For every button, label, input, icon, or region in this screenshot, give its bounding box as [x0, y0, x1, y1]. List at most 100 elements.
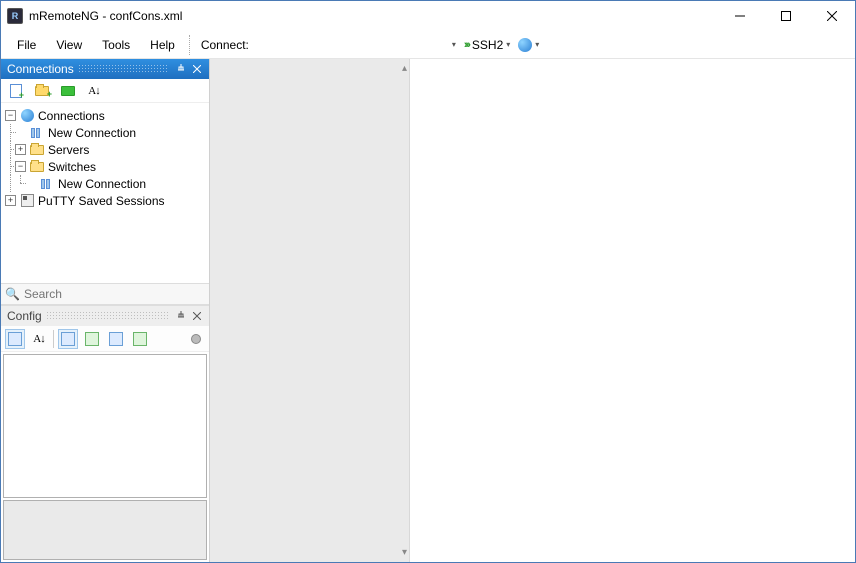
folder-plus-icon	[35, 86, 49, 96]
maximize-button[interactable]	[763, 1, 809, 31]
body: Connections A↓ −	[1, 59, 855, 562]
folder-icon	[29, 142, 45, 158]
status-indicator	[191, 334, 201, 344]
search-icon: 🔍	[5, 287, 20, 301]
config-toolbar: A↓	[1, 326, 209, 352]
default-properties-icon	[109, 332, 123, 346]
pin-button[interactable]	[173, 308, 189, 324]
scroll-up-button[interactable]: ▴	[402, 63, 407, 74]
tree-node-switches[interactable]: − Switches	[3, 158, 207, 175]
tree-label: Connections	[38, 109, 105, 123]
property-button-4[interactable]	[130, 329, 150, 349]
config-description-box	[3, 500, 207, 560]
close-panel-button[interactable]	[189, 308, 205, 324]
tab-gutter: ▴ ▾	[210, 59, 410, 562]
search-row: 🔍	[1, 283, 209, 305]
folder-icon	[29, 159, 45, 175]
tree-spacer	[25, 178, 36, 189]
close-panel-button[interactable]	[189, 61, 205, 77]
close-icon	[193, 312, 201, 320]
chevron-down-icon: ▾	[506, 40, 510, 49]
document-plus-icon	[10, 84, 22, 98]
window-title: mRemoteNG - confCons.xml	[29, 9, 182, 23]
external-tools-dropdown[interactable]: ▾	[514, 38, 543, 52]
menu-tools[interactable]: Tools	[92, 34, 140, 56]
properties-icon	[61, 332, 75, 346]
tree-label: New Connection	[58, 177, 146, 191]
grip-dots[interactable]	[46, 311, 169, 321]
new-connection-button[interactable]	[7, 82, 25, 100]
scroll-down-button[interactable]: ▾	[402, 547, 407, 558]
collapse-icon[interactable]: −	[5, 110, 16, 121]
tree-node-putty[interactable]: + PuTTY Saved Sessions	[3, 192, 207, 209]
connection-icon	[29, 125, 45, 141]
maximize-icon	[781, 11, 791, 21]
tree-spacer	[15, 127, 26, 138]
quick-connect-dropdown[interactable]: ▾	[448, 40, 460, 49]
putty-icon	[19, 193, 35, 209]
collapse-icon[interactable]: −	[15, 161, 26, 172]
grip-dots[interactable]	[78, 64, 169, 74]
protocol-label: SSH2	[472, 38, 503, 52]
connections-panel-title: Connections	[7, 62, 74, 76]
protocol-selector[interactable]: ››› SSH2 ▾	[460, 38, 514, 52]
globe-icon	[518, 38, 532, 52]
alphabetical-button[interactable]: A↓	[29, 329, 49, 349]
categorized-icon	[8, 332, 22, 346]
view-button[interactable]	[59, 82, 77, 100]
app-window: R mRemoteNG - confCons.xml File View Too…	[0, 0, 856, 563]
play-icon: ›››	[464, 39, 469, 51]
connect-label: Connect:	[197, 34, 253, 56]
toolbar-separator	[189, 35, 195, 55]
connections-panel-header: Connections	[1, 59, 209, 79]
content-area	[410, 59, 855, 562]
tree-label: New Connection	[48, 126, 136, 140]
close-icon	[193, 65, 201, 73]
config-panel: Config A↓	[1, 305, 209, 562]
pin-icon	[176, 64, 186, 74]
pin-icon	[176, 311, 186, 321]
pin-button[interactable]	[173, 61, 189, 77]
left-sidebar: Connections A↓ −	[1, 59, 210, 562]
chevron-down-icon: ▾	[452, 40, 456, 49]
expand-icon[interactable]: +	[15, 144, 26, 155]
connections-toolbar: A↓	[1, 79, 209, 103]
property-button-2[interactable]	[82, 329, 102, 349]
titlebar: R mRemoteNG - confCons.xml	[1, 1, 855, 31]
globe-icon	[19, 108, 35, 124]
config-property-grid[interactable]	[3, 354, 207, 498]
main-area: ▴ ▾	[210, 59, 855, 562]
screen-icon	[61, 86, 75, 96]
minimize-icon	[735, 11, 745, 21]
tree-node-servers[interactable]: + Servers	[3, 141, 207, 158]
menu-view[interactable]: View	[46, 34, 92, 56]
property-button-1[interactable]	[58, 329, 78, 349]
menu-help[interactable]: Help	[140, 34, 185, 56]
separator	[53, 330, 54, 348]
search-input[interactable]	[24, 287, 205, 301]
app-icon: R	[7, 8, 23, 24]
new-folder-button[interactable]	[33, 82, 51, 100]
chevron-down-icon: ▾	[535, 40, 539, 49]
close-icon	[827, 11, 837, 21]
inheritance-icon	[85, 332, 99, 346]
tree-node-connection[interactable]: New Connection	[3, 175, 207, 192]
tree-node-root[interactable]: − Connections	[3, 107, 207, 124]
expand-icon[interactable]: +	[5, 195, 16, 206]
close-button[interactable]	[809, 1, 855, 31]
tree-line	[5, 141, 15, 158]
tree-label: Servers	[48, 143, 89, 157]
tree-line	[5, 175, 15, 192]
menu-file[interactable]: File	[7, 34, 46, 56]
menubar: File View Tools Help Connect: ▾ ››› SSH2…	[1, 31, 855, 59]
quick-connect-input[interactable]	[253, 35, 448, 55]
sort-button[interactable]: A↓	[85, 82, 103, 100]
sort-az-icon: A↓	[88, 85, 99, 97]
minimize-button[interactable]	[717, 1, 763, 31]
tree-line	[15, 175, 25, 192]
connection-tree[interactable]: − Connections New Connection + Servers	[1, 103, 209, 283]
categorized-button[interactable]	[5, 329, 25, 349]
connection-icon	[39, 176, 55, 192]
tree-node-connection[interactable]: New Connection	[3, 124, 207, 141]
property-button-3[interactable]	[106, 329, 126, 349]
